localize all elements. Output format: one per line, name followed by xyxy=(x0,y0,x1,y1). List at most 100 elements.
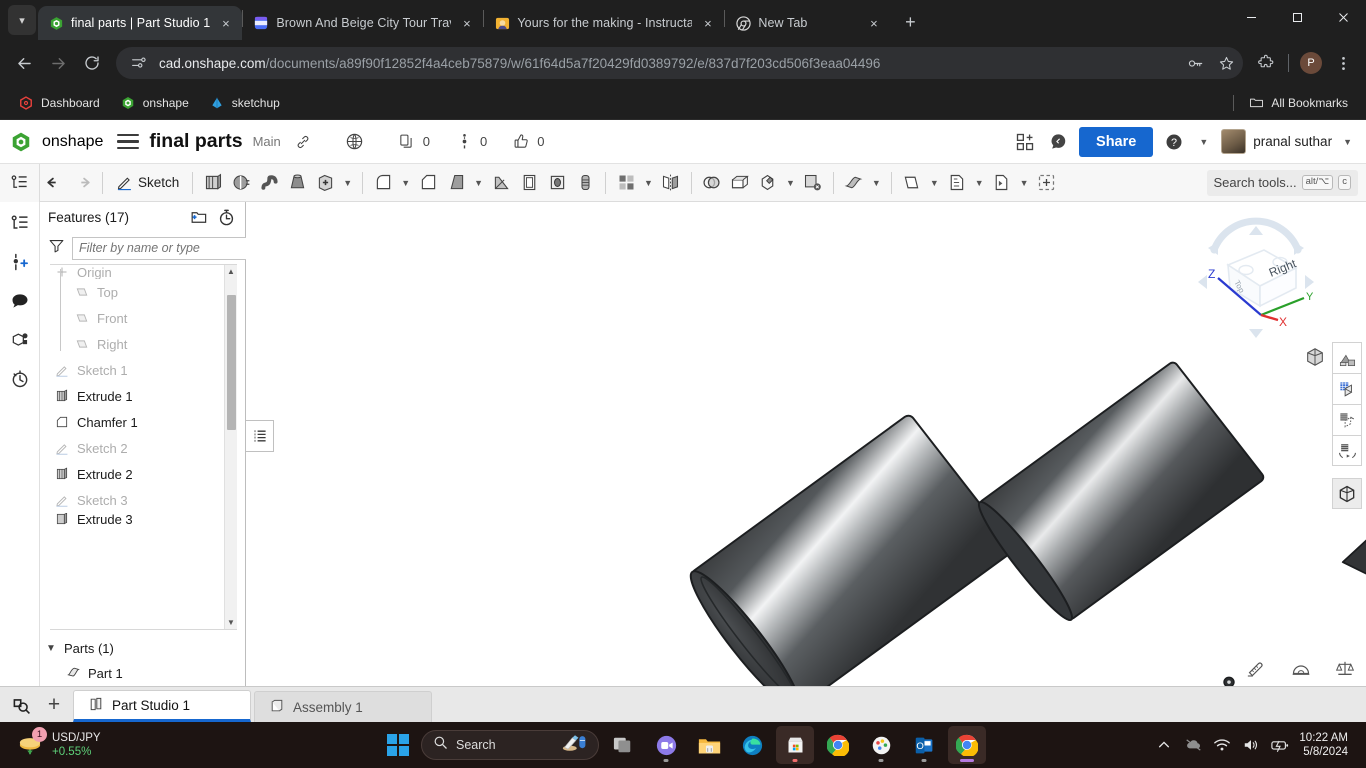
workspace-label[interactable]: Main xyxy=(253,134,281,149)
chrome-active-icon[interactable] xyxy=(948,726,986,764)
plane-chevron-down-icon[interactable]: ▼ xyxy=(926,178,943,188)
explode-view-icon[interactable] xyxy=(1332,404,1362,435)
add-instance-icon[interactable] xyxy=(7,249,33,275)
all-bookmarks-button[interactable]: All Bookmarks xyxy=(1240,92,1356,114)
microsoft-store-icon[interactable] xyxy=(776,726,814,764)
profile-avatar[interactable]: P xyxy=(1296,48,1326,78)
chrome-menu-icon[interactable] xyxy=(1328,48,1358,78)
link-icon[interactable] xyxy=(291,130,315,154)
protractor-icon[interactable] xyxy=(1290,658,1312,678)
feature-list-toggle[interactable] xyxy=(0,163,40,202)
derive-icon[interactable] xyxy=(988,168,1016,198)
section-view-icon[interactable] xyxy=(1332,373,1362,404)
tree-node-origin[interactable]: Origin xyxy=(50,265,237,279)
user-menu[interactable]: pranal suthar ▼ xyxy=(1221,129,1356,154)
feedback-icon[interactable] xyxy=(1046,130,1070,154)
feature-tree[interactable]: Origin Top Front Right Sketch 1 Extrude … xyxy=(50,264,237,630)
tree-node-sketch-3[interactable]: Sketch 3 xyxy=(50,487,237,513)
sheetmetal-chevron-down-icon[interactable]: ▼ xyxy=(868,178,885,188)
tab-search-dropdown-button[interactable]: ▾ xyxy=(8,5,36,35)
composite-part-icon[interactable] xyxy=(1033,168,1061,198)
tree-node-sketch-1[interactable]: Sketch 1 xyxy=(50,357,237,383)
volume-icon[interactable] xyxy=(1241,735,1261,755)
feature-list-flyout-button[interactable] xyxy=(246,420,274,452)
loft-icon[interactable] xyxy=(283,168,311,198)
browser-tab-3[interactable]: Yours for the making - Instructa × xyxy=(484,6,724,40)
sketch-button[interactable]: Sketch xyxy=(109,168,186,198)
transform-chevron-down-icon[interactable]: ▼ xyxy=(782,178,799,188)
bookmark-dashboard[interactable]: Dashboard xyxy=(10,92,108,114)
site-settings-icon[interactable] xyxy=(128,52,150,74)
mirror-icon[interactable] xyxy=(657,168,685,198)
app-store-icon[interactable] xyxy=(1013,130,1037,154)
tab-search-icon[interactable] xyxy=(4,688,38,722)
tree-node-extrude-3[interactable]: Extrude 3 xyxy=(50,513,237,525)
rollback-timer-icon[interactable] xyxy=(215,206,237,228)
render-appearance-icon[interactable] xyxy=(1332,342,1362,373)
forward-button[interactable] xyxy=(42,47,74,79)
scrollbar-thumb[interactable] xyxy=(227,295,236,430)
close-icon[interactable]: × xyxy=(458,15,475,32)
chrome-icon[interactable] xyxy=(819,726,857,764)
minimize-button[interactable] xyxy=(1228,0,1274,34)
hole-icon[interactable] xyxy=(543,168,571,198)
3d-viewport[interactable]: Right Top Z Y X xyxy=(246,202,1366,686)
reload-button[interactable] xyxy=(76,47,108,79)
bookmark-star-icon[interactable] xyxy=(1215,52,1237,74)
paint-icon[interactable] xyxy=(862,726,900,764)
help-icon[interactable]: ? xyxy=(1162,130,1186,154)
solid-tools-chevron-down-icon[interactable]: ▼ xyxy=(339,178,356,188)
versions-count-group[interactable]: 0 xyxy=(452,130,487,154)
tree-node-chamfer-1[interactable]: Chamfer 1 xyxy=(50,409,237,435)
bookmark-sketchup[interactable]: sketchup xyxy=(201,92,288,114)
document-tab-assembly-1[interactable]: Assembly 1 xyxy=(254,691,432,722)
close-icon[interactable]: × xyxy=(217,15,234,32)
filter-input[interactable] xyxy=(72,236,249,260)
shell-icon[interactable] xyxy=(515,168,543,198)
add-tab-button[interactable]: + xyxy=(38,688,70,722)
view-orientation-icon[interactable] xyxy=(1304,346,1326,373)
likes-count-group[interactable]: 0 xyxy=(509,130,544,154)
measure-icon[interactable] xyxy=(1246,658,1268,678)
fillet-chevron-down-icon[interactable]: ▼ xyxy=(397,178,414,188)
public-globe-icon[interactable] xyxy=(343,130,367,154)
scroll-down-icon[interactable]: ▼ xyxy=(225,616,237,629)
close-window-button[interactable] xyxy=(1320,0,1366,34)
taskbar-widget[interactable]: 1 USD/JPY +0.55% xyxy=(8,727,101,760)
maximize-button[interactable] xyxy=(1274,0,1320,34)
tree-node-extrude-2[interactable]: Extrude 2 xyxy=(50,461,237,487)
address-bar[interactable]: cad.onshape.com/documents/a89f90f12852f4… xyxy=(116,47,1243,79)
chamfer-icon[interactable] xyxy=(414,168,442,198)
variable-chevron-down-icon[interactable]: ▼ xyxy=(971,178,988,188)
plane-icon[interactable] xyxy=(898,168,926,198)
document-title[interactable]: final parts xyxy=(149,130,242,153)
taskbar-clock[interactable]: 10:22 AM 5/8/2024 xyxy=(1299,731,1352,760)
tree-node-sketch-2[interactable]: Sketch 2 xyxy=(50,435,237,461)
edge-icon[interactable] xyxy=(733,726,771,764)
share-button[interactable]: Share xyxy=(1079,126,1154,157)
tree-node-top[interactable]: Top xyxy=(50,279,237,305)
close-icon[interactable]: × xyxy=(699,15,716,32)
copilot-icon[interactable] xyxy=(562,733,588,758)
new-tab-button[interactable]: + xyxy=(896,8,924,36)
feature-tree-scrollbar[interactable]: ▲ ▼ xyxy=(224,265,237,629)
document-tab-part-studio-1[interactable]: Part Studio 1 xyxy=(73,690,251,722)
boolean-icon[interactable] xyxy=(698,168,726,198)
sheet-metal-icon[interactable] xyxy=(840,168,868,198)
zoom-icon[interactable] xyxy=(647,726,685,764)
undo-button[interactable] xyxy=(40,168,68,198)
revolve-icon[interactable] xyxy=(227,168,255,198)
browser-tab-2[interactable]: Brown And Beige City Tour Trav × xyxy=(243,6,483,40)
help-chevron-down-icon[interactable]: ▼ xyxy=(1195,137,1212,147)
wifi-icon[interactable] xyxy=(1212,735,1232,755)
back-button[interactable] xyxy=(8,47,40,79)
history-icon[interactable] xyxy=(7,366,33,392)
main-menu-icon[interactable] xyxy=(117,133,140,150)
onedrive-icon[interactable] xyxy=(1183,735,1203,755)
onshape-logo-icon[interactable] xyxy=(10,131,32,153)
derive-chevron-down-icon[interactable]: ▼ xyxy=(1016,178,1033,188)
part-list-item[interactable]: Part 1 xyxy=(40,660,245,686)
thicken-icon[interactable] xyxy=(311,168,339,198)
display-mode-icon[interactable] xyxy=(1332,478,1362,509)
outlook-icon[interactable]: O xyxy=(905,726,943,764)
